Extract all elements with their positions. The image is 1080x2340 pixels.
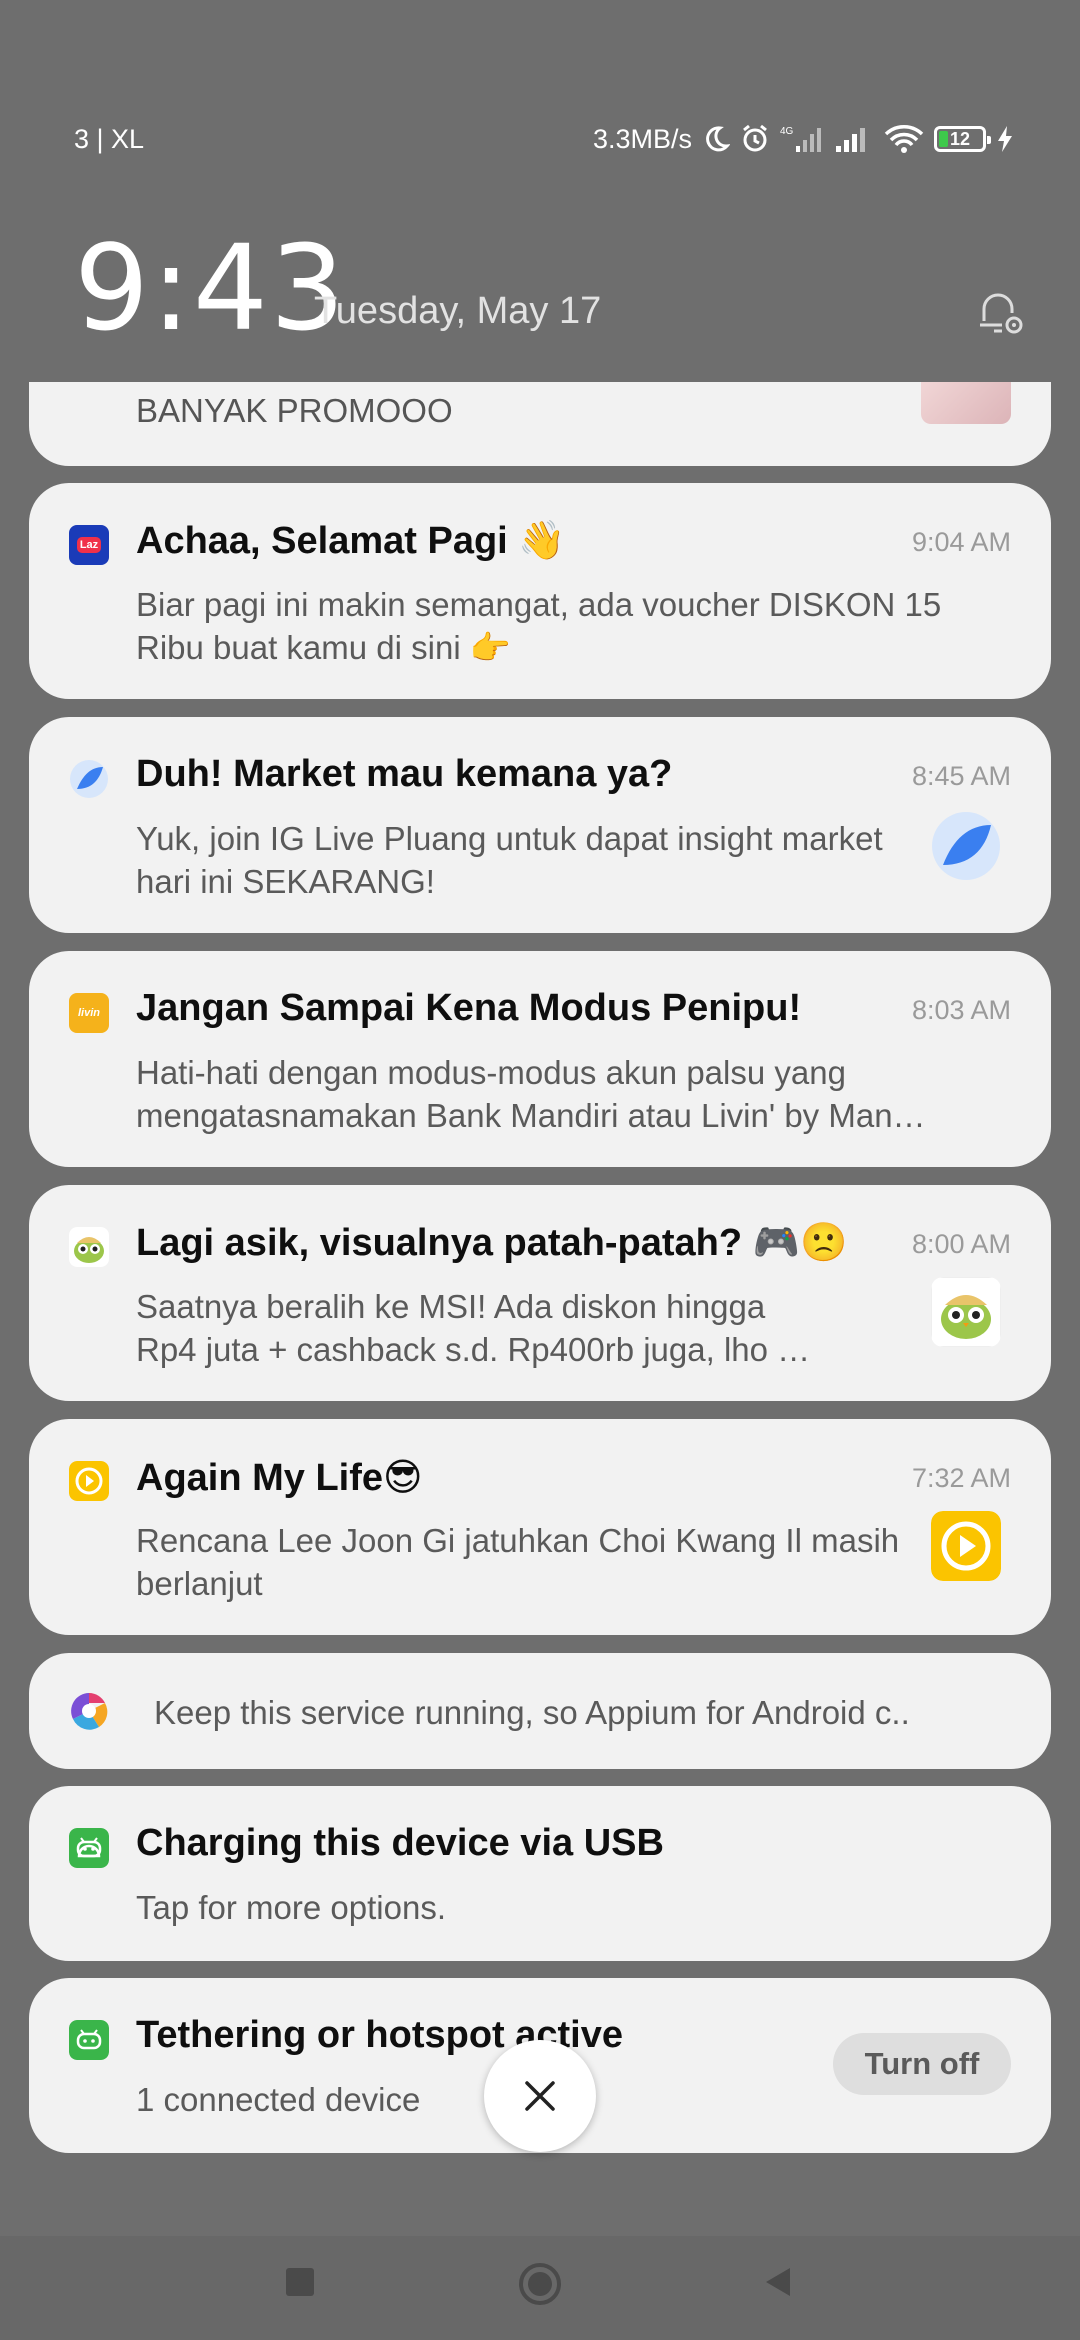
video-app-icon [69, 1461, 109, 1501]
notification-title: Achaa, Selamat Pagi 👋 [136, 520, 566, 562]
video-large-icon [931, 1511, 1001, 1581]
notification-body: Keep this service running, so Appium for… [154, 1694, 910, 1731]
notification-title: Jangan Sampai Kena Modus Penipu! [136, 987, 802, 1029]
navigation-bar [0, 2236, 1080, 2340]
notification-body: Tap for more options. [136, 1889, 446, 1926]
alarm-icon [743, 124, 767, 152]
notification-settings-icon[interactable] [970, 283, 1030, 343]
signal-4g-icon: 4G [780, 126, 821, 152]
notification-time: 8:00 AM [911, 1229, 1011, 1259]
network-speed: 3.3MB/s [592, 123, 692, 154]
livin-app-icon: livin [69, 993, 109, 1033]
notification-body: Biar pagi ini makin semangat, ada vouche… [136, 586, 942, 666]
svg-text:4G: 4G [780, 126, 794, 137]
android-system-icon [69, 2020, 109, 2060]
tokopedia-large-icon [931, 1277, 1001, 1347]
signal-icon [836, 128, 865, 152]
notification-card-lazada[interactable]: Laz Achaa, Selamat Pagi 👋 9:04 AM Biar p… [29, 483, 1051, 699]
home-button[interactable] [518, 2262, 562, 2306]
status-bar: 3 | XL 3.3MB/s 4G 12 [74, 118, 1014, 160]
notification-card-livin[interactable]: livin Jangan Sampai Kena Modus Penipu! 8… [29, 951, 1051, 1167]
date: Tuesday, May 17 [314, 290, 602, 332]
notification-title: Duh! Market mau kemana ya? [136, 753, 673, 795]
notification-card-pluang[interactable]: Duh! Market mau kemana ya? 8:45 AM Yuk, … [29, 717, 1051, 933]
notification-body-line-2: Rp4 juta + cashback s.d. Rp400rb juga, l… [136, 1331, 811, 1368]
notification-card-promo[interactable]: BANYAK PROMOOO [29, 382, 1051, 466]
turn-off-button[interactable]: Turn off [833, 2033, 1011, 2095]
carrier-label: 3 | XL [74, 123, 145, 154]
charging-bolt-icon [998, 126, 1012, 152]
wifi-icon [884, 125, 924, 153]
notification-time: 8:03 AM [911, 995, 1011, 1025]
notification-card-video[interactable]: Again My Life😎 7:32 AM Rencana Lee Joon … [29, 1419, 1051, 1635]
header: 9:43 Tuesday, May 17 [74, 228, 1030, 348]
back-button[interactable] [762, 2266, 794, 2298]
close-icon [525, 2081, 555, 2111]
lazada-app-icon: Laz [69, 525, 109, 565]
status-icons: 3.3MB/s 4G 12 [593, 124, 1014, 155]
notification-card-tokopedia[interactable]: Lagi asik, visualnya patah-patah? 🎮🙁 8:0… [29, 1185, 1051, 1401]
pluang-app-icon [70, 760, 108, 798]
clear-all-button[interactable] [484, 2040, 596, 2152]
pluang-large-icon [932, 812, 1000, 880]
notification-title: Lagi asik, visualnya patah-patah? 🎮🙁 [136, 1222, 848, 1264]
moon-icon [706, 126, 730, 152]
notification-body: Yuk, join IG Live Pluang untuk dapat ins… [136, 820, 883, 900]
notification-card-appium[interactable]: Keep this service running, so Appium for… [29, 1653, 1051, 1769]
notification-title: Again My Life😎 [136, 1457, 423, 1499]
notification-card-charging[interactable]: Charging this device via USB Tap for mor… [29, 1786, 1051, 1961]
notification-title: Charging this device via USB [136, 1822, 664, 1864]
notification-time: 9:04 AM [911, 527, 1011, 557]
notification-body-line-2: mengatasnamakan Bank Mandiri atau Livin'… [136, 1097, 926, 1134]
notification-time: 7:32 AM [911, 1463, 1011, 1493]
battery-icon: 12 [934, 126, 991, 152]
notification-body: BANYAK PROMOOO [136, 392, 453, 429]
notification-thumbnail [921, 382, 1011, 424]
tokopedia-app-icon [69, 1227, 109, 1267]
android-system-icon [69, 1828, 109, 1868]
notification-body-line-1: Hati-hati dengan modus-modus akun palsu … [136, 1054, 846, 1091]
appium-app-icon [71, 1693, 108, 1730]
notification-body: Rencana Lee Joon Gi jatuhkan Choi Kwang … [136, 1522, 900, 1602]
notification-time: 8:45 AM [911, 761, 1011, 791]
clock: 9:43 [74, 219, 347, 357]
notification-body-line-1: Saatnya beralih ke MSI! Ada diskon hingg… [136, 1288, 766, 1325]
recents-button[interactable] [284, 2266, 316, 2298]
